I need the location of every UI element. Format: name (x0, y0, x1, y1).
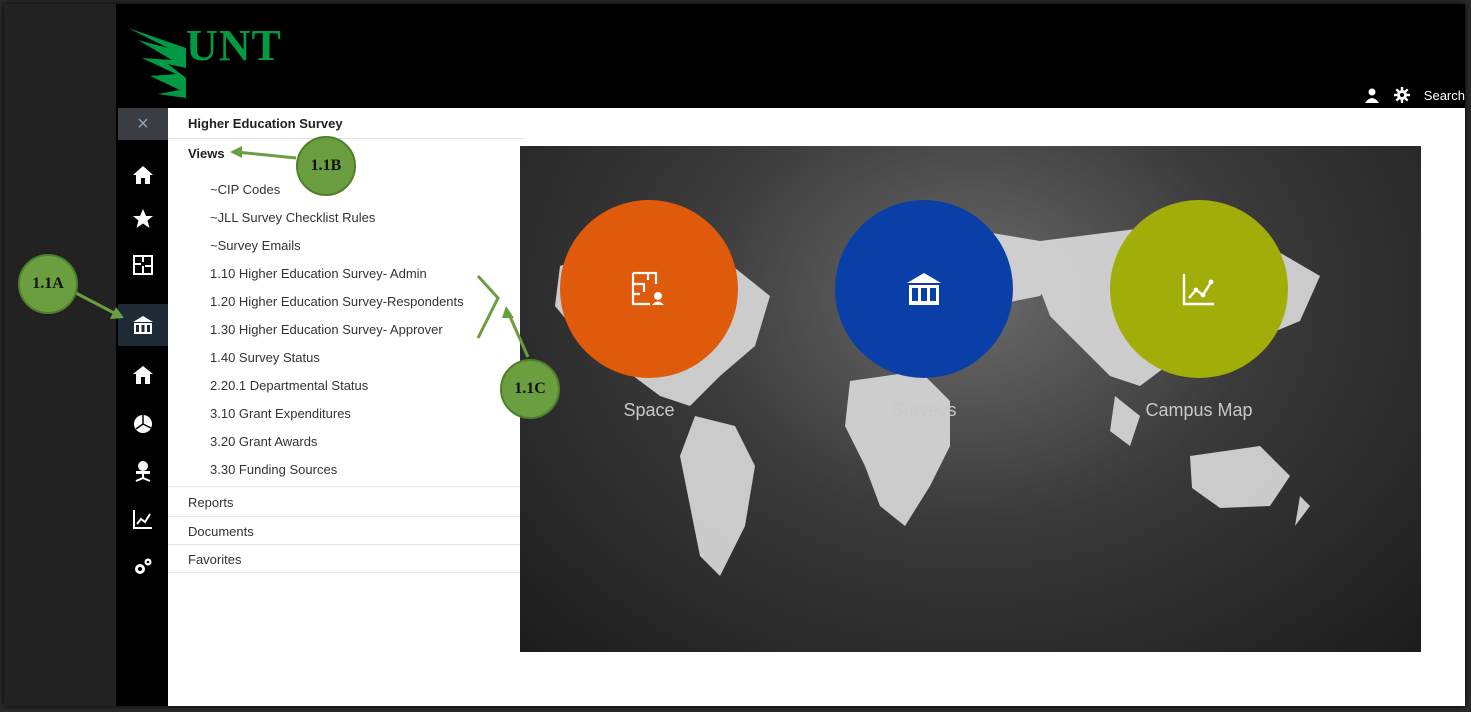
space-label[interactable]: Space (549, 400, 749, 421)
house-icon[interactable] (118, 354, 168, 396)
close-menu-button[interactable]: × (118, 108, 168, 140)
header-bar: UNT Search (118, 4, 1465, 108)
divider (168, 516, 524, 517)
left-gutter (4, 4, 116, 706)
user-icon[interactable] (1364, 87, 1380, 103)
views-header[interactable]: Views (188, 146, 225, 161)
annotation-1-1b: 1.1B (296, 136, 356, 196)
office-chair-icon[interactable] (118, 450, 168, 492)
space-tile[interactable] (560, 200, 738, 378)
logo-text: UNT (186, 21, 282, 70)
line-chart-icon (1182, 274, 1214, 306)
floorplan-icon (631, 271, 664, 306)
divider (168, 486, 524, 487)
pie-chart-icon[interactable] (118, 402, 168, 444)
icon-rail: × (118, 108, 168, 706)
view-item[interactable]: 1.20 Higher Education Survey-Respondents (210, 294, 464, 309)
view-item[interactable]: 2.20.1 Departmental Status (210, 378, 368, 393)
section-documents[interactable]: Documents (188, 524, 254, 539)
line-chart-icon[interactable] (118, 498, 168, 540)
view-item[interactable]: 3.20 Grant Awards (210, 434, 317, 449)
view-item[interactable]: 3.30 Funding Sources (210, 462, 337, 477)
eagle-logo-icon (128, 28, 186, 98)
floorplan-icon[interactable] (118, 244, 168, 286)
view-item[interactable]: ~CIP Codes (210, 182, 280, 197)
view-item[interactable]: ~JLL Survey Checklist Rules (210, 210, 375, 225)
star-icon[interactable] (118, 198, 168, 240)
section-favorites[interactable]: Favorites (188, 552, 241, 567)
view-item[interactable]: 1.30 Higher Education Survey- Approver (210, 322, 443, 337)
header-toolbar: Search (1364, 84, 1465, 106)
view-item[interactable]: 1.40 Survey Status (210, 350, 320, 365)
divider (168, 572, 524, 573)
annotation-1-1a: 1.1A (18, 254, 78, 314)
view-item[interactable]: 3.10 Grant Expenditures (210, 406, 351, 421)
campus-map-tile[interactable] (1110, 200, 1288, 378)
nav-title[interactable]: Higher Education Survey (188, 116, 343, 131)
annotation-1-1c: 1.1C (500, 359, 560, 419)
divider (168, 138, 524, 139)
gear-icon[interactable] (1393, 87, 1410, 103)
building-icon (907, 273, 941, 305)
view-item[interactable]: 1.10 Higher Education Survey- Admin (210, 266, 427, 281)
gears-icon[interactable] (118, 546, 168, 588)
campus-map-label[interactable]: Campus Map (1099, 400, 1299, 421)
hero-banner: Space Surveys Campus Map (520, 146, 1421, 652)
view-item[interactable]: ~Survey Emails (210, 238, 301, 253)
section-reports[interactable]: Reports (188, 495, 234, 510)
surveys-tile[interactable] (835, 200, 1013, 378)
surveys-label[interactable]: Surveys (824, 400, 1024, 421)
unt-logo[interactable]: UNT (128, 14, 298, 100)
divider (168, 544, 524, 545)
building-icon[interactable] (118, 304, 168, 346)
search-link[interactable]: Search (1424, 88, 1465, 103)
home-icon[interactable] (118, 154, 168, 196)
navigation-panel: Higher Education Survey Views ~CIP Codes… (168, 108, 525, 706)
